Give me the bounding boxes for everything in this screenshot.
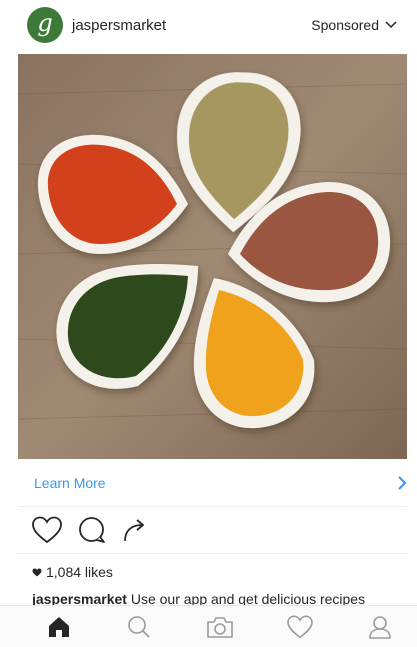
- chevron-right-icon: [397, 475, 407, 490]
- post-username[interactable]: jaspersmarket: [72, 17, 166, 34]
- sponsored-label: Sponsored: [311, 17, 379, 33]
- comment-icon[interactable]: [78, 516, 106, 544]
- bottom-tab-bar: [0, 605, 417, 647]
- home-icon[interactable]: [44, 616, 74, 638]
- activity-heart-icon[interactable]: [285, 615, 315, 639]
- sponsored-menu[interactable]: Sponsored: [311, 17, 397, 33]
- avatar[interactable]: g: [27, 7, 63, 43]
- spices-photo: [18, 54, 407, 459]
- likes-label: 1,084 likes: [46, 564, 113, 580]
- likes-count[interactable]: 1,084 likes: [32, 564, 113, 580]
- post-image[interactable]: [18, 54, 407, 459]
- learn-more-link[interactable]: Learn More: [34, 475, 106, 491]
- heart-icon[interactable]: [32, 516, 62, 544]
- learn-more-bar[interactable]: Learn More: [18, 459, 407, 507]
- post-actions: [32, 510, 164, 550]
- small-heart-icon: [32, 567, 42, 577]
- share-icon[interactable]: [122, 517, 148, 543]
- camera-icon[interactable]: [205, 615, 235, 639]
- chevron-down-icon: [385, 21, 397, 29]
- post-header: g jaspersmarket Sponsored: [0, 0, 417, 50]
- divider: [18, 553, 407, 554]
- profile-icon[interactable]: [365, 615, 395, 639]
- search-icon[interactable]: [124, 615, 154, 639]
- avatar-letter: g: [37, 9, 53, 37]
